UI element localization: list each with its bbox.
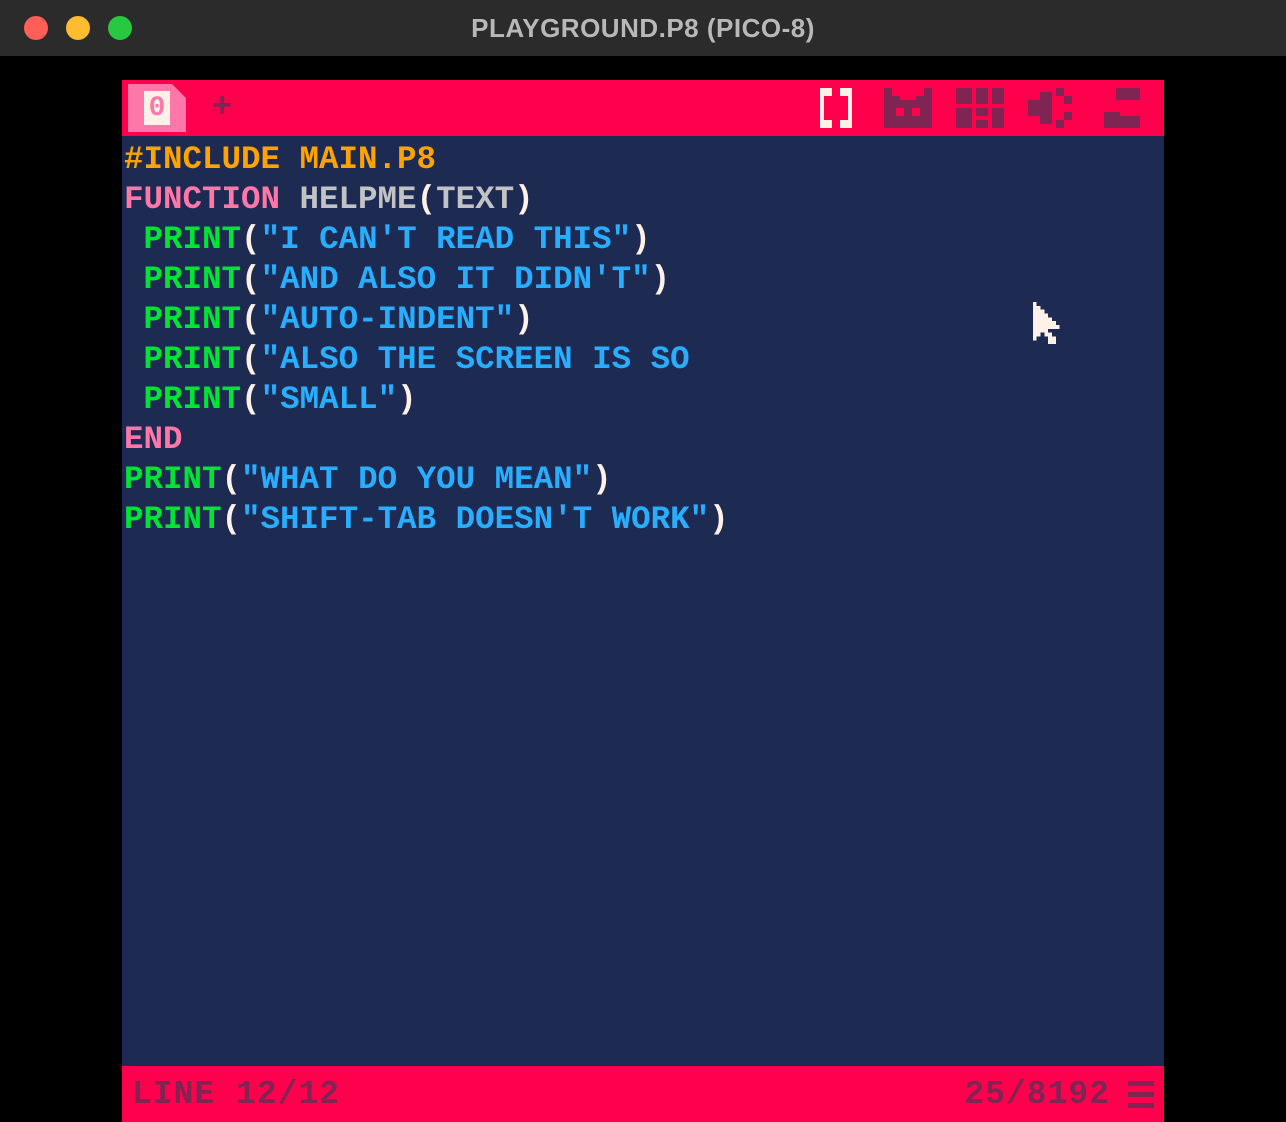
code-token [124, 341, 144, 378]
sprite-editor-icon[interactable] [880, 88, 936, 128]
code-token: ( [222, 501, 242, 538]
code-token [124, 301, 144, 338]
code-token: END [124, 421, 183, 458]
code-token: ( [241, 341, 261, 378]
code-token [124, 381, 144, 418]
code-token: ) [709, 501, 729, 538]
editor-mode-icons [808, 88, 1158, 128]
code-token: HELPME [280, 181, 417, 218]
add-tab-button[interactable]: + [204, 91, 240, 125]
code-line[interactable]: PRINT("WHAT DO YOU MEAN") [124, 460, 1164, 500]
code-token: ( [241, 381, 261, 418]
code-token: ) [631, 221, 651, 258]
code-token: ( [417, 181, 437, 218]
code-token: ( [241, 221, 261, 258]
macos-titlebar: PLAYGROUND.P8 (PICO-8) [0, 0, 1286, 56]
code-line[interactable]: #INCLUDE MAIN.P8 [124, 140, 1164, 180]
window-title: PLAYGROUND.P8 (PICO-8) [20, 13, 1266, 44]
code-token: ) [514, 301, 534, 338]
code-token: "SHIFT-TAB DOESN'T WORK" [241, 501, 709, 538]
menu-icon[interactable] [1128, 1081, 1154, 1108]
code-editor-icon[interactable] [808, 88, 864, 128]
status-line-indicator: LINE 12/12 [132, 1076, 340, 1113]
code-token: "ALSO THE SCREEN IS SO [261, 341, 690, 378]
pico8-screen: 0 + [122, 80, 1164, 1122]
code-line[interactable]: END [124, 420, 1164, 460]
code-token: PRINT [144, 381, 242, 418]
code-token: TEXT [436, 181, 514, 218]
code-token: "AND ALSO IT DIDN'T" [261, 261, 651, 298]
status-token-count: 25/8192 [964, 1076, 1110, 1113]
code-token: #INCLUDE MAIN.P8 [124, 141, 436, 178]
code-token: ( [241, 301, 261, 338]
code-line[interactable]: FUNCTION HELPME(TEXT) [124, 180, 1164, 220]
code-token: "I CAN'T READ THIS" [261, 221, 632, 258]
code-editor[interactable]: #INCLUDE MAIN.P8FUNCTION HELPME(TEXT) PR… [122, 136, 1164, 1066]
map-editor-icon[interactable] [952, 88, 1008, 128]
code-token: ) [592, 461, 612, 498]
code-token: ) [651, 261, 671, 298]
code-token: PRINT [144, 301, 242, 338]
window-close-button[interactable] [24, 16, 48, 40]
code-token: PRINT [144, 341, 242, 378]
code-token: "SMALL" [261, 381, 398, 418]
window-zoom-button[interactable] [108, 16, 132, 40]
code-token: PRINT [124, 501, 222, 538]
code-token: ( [222, 461, 242, 498]
code-token: ) [514, 181, 534, 218]
code-line[interactable]: PRINT("AUTO-INDENT") [124, 300, 1164, 340]
code-token: FUNCTION [124, 181, 280, 218]
code-line[interactable]: PRINT("SMALL") [124, 380, 1164, 420]
editor-toolbar: 0 + [122, 80, 1164, 136]
app-background: 0 + [0, 56, 1286, 1120]
code-token [124, 261, 144, 298]
code-token [124, 221, 144, 258]
window-minimize-button[interactable] [66, 16, 90, 40]
traffic-lights [24, 16, 132, 40]
code-token: "WHAT DO YOU MEAN" [241, 461, 592, 498]
code-token: ( [241, 261, 261, 298]
code-tab-number: 0 [149, 93, 166, 124]
code-line[interactable]: PRINT("I CAN'T READ THIS") [124, 220, 1164, 260]
music-editor-icon[interactable] [1096, 88, 1152, 128]
code-line[interactable]: PRINT("SHIFT-TAB DOESN'T WORK") [124, 500, 1164, 540]
code-token: PRINT [144, 261, 242, 298]
code-tab-0[interactable]: 0 [128, 84, 186, 132]
code-token: "AUTO-INDENT" [261, 301, 515, 338]
code-token: PRINT [124, 461, 222, 498]
code-token: ) [397, 381, 417, 418]
code-line[interactable]: PRINT("AND ALSO IT DIDN'T") [124, 260, 1164, 300]
status-bar: LINE 12/12 25/8192 [122, 1066, 1164, 1122]
sfx-editor-icon[interactable] [1024, 88, 1080, 128]
code-token: PRINT [144, 221, 242, 258]
code-line[interactable]: PRINT("ALSO THE SCREEN IS SO [124, 340, 1164, 380]
